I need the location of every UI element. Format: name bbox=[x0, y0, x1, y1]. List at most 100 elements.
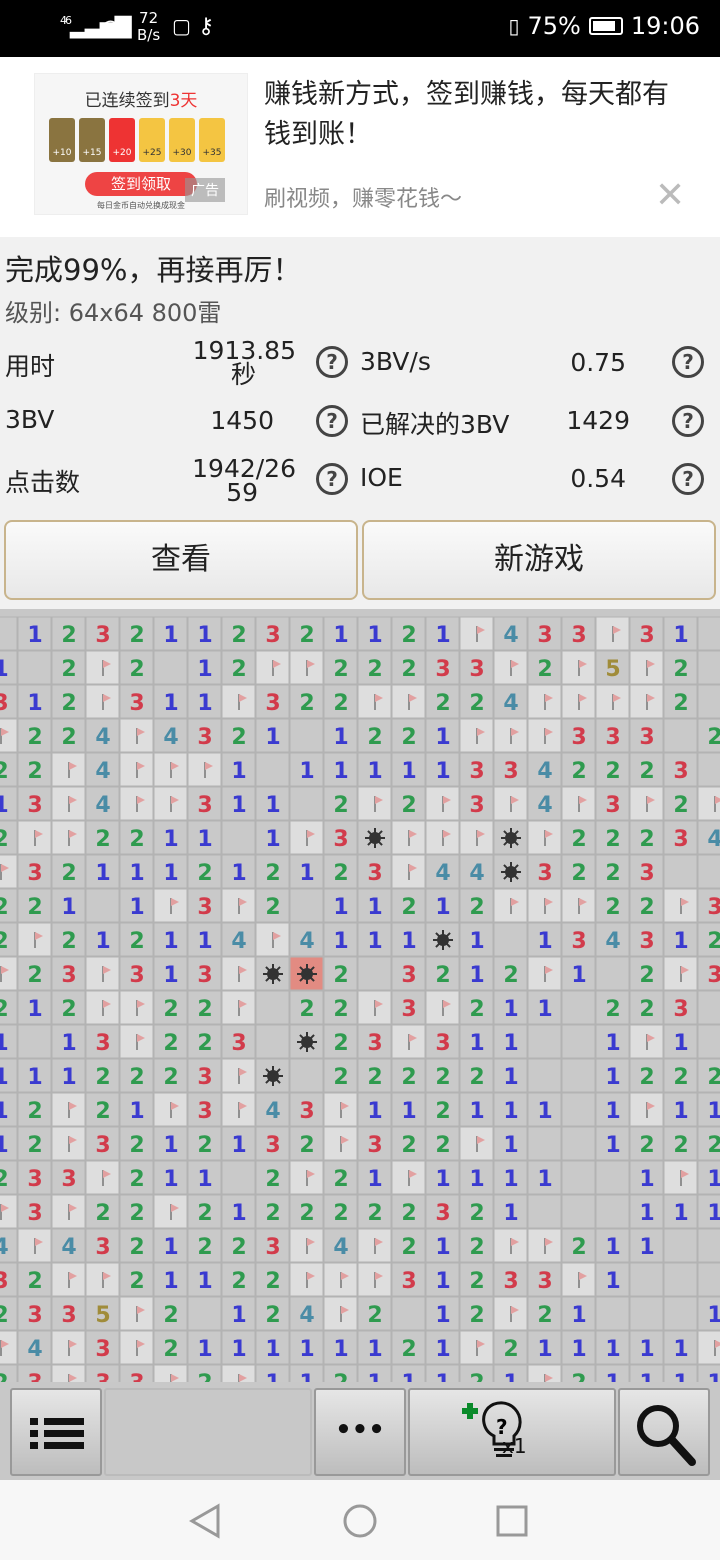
flag-icon[interactable] bbox=[459, 718, 494, 753]
number-cell[interactable]: 1 bbox=[629, 1330, 664, 1365]
number-cell[interactable]: 2 bbox=[561, 1228, 596, 1263]
number-cell[interactable]: 2 bbox=[391, 1330, 426, 1365]
flag-icon[interactable] bbox=[51, 1330, 86, 1365]
number-cell[interactable]: 2 bbox=[153, 1330, 188, 1365]
number-cell[interactable]: 2 bbox=[187, 1228, 222, 1263]
flag-icon[interactable] bbox=[391, 1160, 426, 1195]
board-cell[interactable] bbox=[221, 1160, 256, 1195]
flag-icon[interactable] bbox=[391, 684, 426, 719]
board-cell[interactable] bbox=[561, 990, 596, 1025]
flag-icon[interactable] bbox=[459, 1330, 494, 1365]
flag-icon[interactable] bbox=[0, 1330, 18, 1365]
number-cell[interactable]: 3 bbox=[561, 922, 596, 957]
flag-icon[interactable] bbox=[629, 1024, 664, 1059]
board-cell[interactable] bbox=[663, 1262, 698, 1297]
number-cell[interactable]: 4 bbox=[493, 684, 528, 719]
board-cell[interactable] bbox=[187, 1296, 222, 1331]
number-cell[interactable]: 3 bbox=[697, 956, 720, 991]
number-cell[interactable]: 1 bbox=[323, 616, 358, 651]
number-cell[interactable]: 2 bbox=[663, 684, 698, 719]
flag-icon[interactable] bbox=[323, 1296, 358, 1331]
number-cell[interactable]: 4 bbox=[527, 786, 562, 821]
board-cell[interactable] bbox=[697, 854, 720, 889]
board-cell[interactable] bbox=[561, 1160, 596, 1195]
menu-button[interactable] bbox=[10, 1388, 102, 1476]
board-cell[interactable] bbox=[663, 718, 698, 753]
flag-icon[interactable] bbox=[119, 1024, 154, 1059]
board-cell[interactable] bbox=[629, 1296, 664, 1331]
mine-icon[interactable] bbox=[357, 820, 392, 855]
number-cell[interactable]: 3 bbox=[595, 786, 630, 821]
number-cell[interactable]: 2 bbox=[0, 1160, 18, 1195]
number-cell[interactable]: 2 bbox=[323, 1194, 358, 1229]
number-cell[interactable]: 4 bbox=[595, 922, 630, 957]
number-cell[interactable]: 2 bbox=[0, 820, 18, 855]
number-cell[interactable]: 1 bbox=[85, 922, 120, 957]
number-cell[interactable]: 3 bbox=[17, 1364, 52, 1382]
number-cell[interactable]: 3 bbox=[17, 1160, 52, 1195]
number-cell[interactable]: 1 bbox=[357, 1160, 392, 1195]
number-cell[interactable]: 4 bbox=[459, 854, 494, 889]
close-icon[interactable]: ✕ bbox=[655, 175, 685, 216]
board-cell[interactable] bbox=[561, 1126, 596, 1161]
flag-icon[interactable] bbox=[153, 1194, 188, 1229]
number-cell[interactable]: 1 bbox=[493, 1024, 528, 1059]
number-cell[interactable]: 1 bbox=[595, 1364, 630, 1382]
number-cell[interactable]: 1 bbox=[425, 888, 460, 923]
flag-icon[interactable] bbox=[119, 718, 154, 753]
flag-icon[interactable] bbox=[561, 684, 596, 719]
number-cell[interactable]: 1 bbox=[187, 820, 222, 855]
flag-icon[interactable] bbox=[221, 1058, 256, 1093]
board-cell[interactable] bbox=[697, 616, 720, 651]
number-cell[interactable]: 1 bbox=[153, 1228, 188, 1263]
number-cell[interactable]: 3 bbox=[459, 650, 494, 685]
number-cell[interactable]: 2 bbox=[0, 990, 18, 1025]
board-cell[interactable] bbox=[697, 752, 720, 787]
number-cell[interactable]: 2 bbox=[17, 956, 52, 991]
number-cell[interactable]: 2 bbox=[119, 1194, 154, 1229]
number-cell[interactable]: 4 bbox=[323, 1228, 358, 1263]
number-cell[interactable]: 2 bbox=[255, 888, 290, 923]
flag-icon[interactable] bbox=[663, 888, 698, 923]
number-cell[interactable]: 1 bbox=[221, 854, 256, 889]
number-cell[interactable]: 2 bbox=[51, 616, 86, 651]
number-cell[interactable]: 2 bbox=[119, 922, 154, 957]
flag-icon[interactable] bbox=[51, 1364, 86, 1382]
number-cell[interactable]: 1 bbox=[357, 1330, 392, 1365]
board-cell[interactable] bbox=[0, 616, 18, 651]
number-cell[interactable]: 3 bbox=[663, 820, 698, 855]
number-cell[interactable]: 1 bbox=[17, 616, 52, 651]
number-cell[interactable]: 1 bbox=[629, 1228, 664, 1263]
number-cell[interactable]: 1 bbox=[425, 1262, 460, 1297]
number-cell[interactable]: 2 bbox=[85, 820, 120, 855]
flag-icon[interactable] bbox=[85, 990, 120, 1025]
number-cell[interactable]: 1 bbox=[493, 1126, 528, 1161]
zoom-button[interactable] bbox=[618, 1388, 710, 1476]
number-cell[interactable]: 2 bbox=[561, 752, 596, 787]
number-cell[interactable]: 1 bbox=[323, 752, 358, 787]
hint-button[interactable]: ? x1 bbox=[408, 1388, 616, 1476]
number-cell[interactable]: 2 bbox=[187, 854, 222, 889]
number-cell[interactable]: 1 bbox=[187, 922, 222, 957]
number-cell[interactable]: 2 bbox=[17, 1126, 52, 1161]
number-cell[interactable]: 1 bbox=[663, 1024, 698, 1059]
number-cell[interactable]: 1 bbox=[323, 718, 358, 753]
number-cell[interactable]: 3 bbox=[493, 1262, 528, 1297]
number-cell[interactable]: 4 bbox=[289, 922, 324, 957]
number-cell[interactable]: 2 bbox=[289, 1126, 324, 1161]
number-cell[interactable]: 1 bbox=[153, 922, 188, 957]
number-cell[interactable]: 1 bbox=[153, 820, 188, 855]
number-cell[interactable]: 1 bbox=[119, 888, 154, 923]
board-cell[interactable] bbox=[289, 1058, 324, 1093]
number-cell[interactable]: 2 bbox=[527, 1296, 562, 1331]
number-cell[interactable]: 2 bbox=[289, 990, 324, 1025]
number-cell[interactable]: 2 bbox=[255, 854, 290, 889]
number-cell[interactable]: 1 bbox=[289, 752, 324, 787]
number-cell[interactable]: 2 bbox=[0, 1364, 18, 1382]
number-cell[interactable]: 3 bbox=[595, 718, 630, 753]
number-cell[interactable]: 1 bbox=[0, 650, 18, 685]
mine-icon[interactable] bbox=[289, 1024, 324, 1059]
flag-icon[interactable] bbox=[51, 820, 86, 855]
flag-icon[interactable] bbox=[153, 1364, 188, 1382]
board-cell[interactable] bbox=[561, 1058, 596, 1093]
